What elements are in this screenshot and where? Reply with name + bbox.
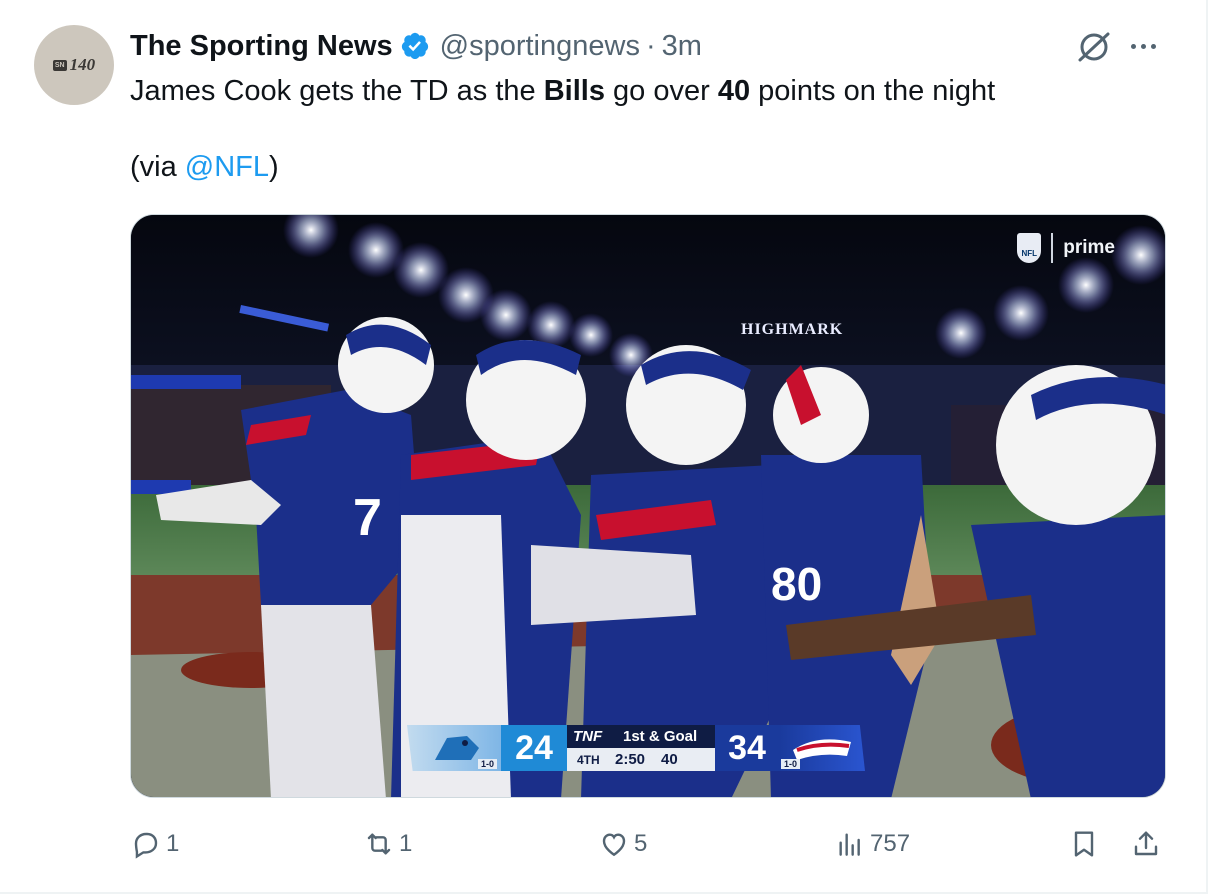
stadium-sign: HIGHMARK <box>741 321 844 338</box>
game-status: TNF 1st & Goal 4TH 2:50 40 <box>567 725 715 771</box>
like-count: 5 <box>634 830 648 857</box>
away-record: 1-0 <box>477 759 497 769</box>
jersey-number-right: 80 <box>771 558 822 610</box>
quarter: 4TH <box>577 752 600 767</box>
bookmark-button[interactable] <box>1068 822 1100 866</box>
reply-button[interactable]: 1 <box>130 822 179 866</box>
broadcast-label: TNF <box>573 728 603 745</box>
home-score: 34 <box>715 725 779 771</box>
tweet-line-2: (via @NFL) <box>130 151 279 183</box>
mention-nfl[interactable]: @NFL <box>185 151 269 183</box>
sporting-news-logo: SN 140 <box>52 55 96 75</box>
tweet-text: James Cook gets the TD as the Bills go o… <box>130 72 1160 186</box>
more-options-icon[interactable] <box>1131 36 1167 56</box>
tweet-header: The Sporting News @sportingnews · 3m <box>130 28 702 64</box>
reply-count: 1 <box>166 830 180 857</box>
away-score: 24 <box>501 725 567 771</box>
prime-logo: prime <box>1063 237 1115 258</box>
game-clock: 2:50 <box>615 751 646 768</box>
jersey-number-left: 7 <box>353 489 382 547</box>
prime-watermark: NFL prime <box>1017 233 1115 263</box>
avatar[interactable]: SN 140 <box>34 25 114 105</box>
verified-icon <box>401 32 428 60</box>
views-icon <box>839 833 860 856</box>
like-button[interactable]: 5 <box>598 822 647 866</box>
nfl-shield-icon: NFL <box>1017 233 1042 263</box>
bookmark-icon <box>1074 831 1094 857</box>
repost-count: 1 <box>399 830 413 857</box>
tweet-video[interactable]: 7 80 HIGHMARK NFL prime 1-0 24 TNF 1st &… <box>130 214 1166 798</box>
play-clock: 40 <box>661 751 678 768</box>
bills-logo-icon: 1-0 <box>779 725 865 771</box>
bold-bills: Bills <box>543 75 605 107</box>
down-distance: 1st & Goal <box>623 728 698 745</box>
share-button[interactable] <box>1130 822 1162 866</box>
home-record: 1-0 <box>781 759 801 769</box>
repost-icon <box>367 833 391 855</box>
share-icon <box>1134 831 1158 856</box>
repost-button[interactable]: 1 <box>363 822 412 866</box>
like-icon <box>602 833 626 857</box>
tweet-card[interactable]: SN 140 The Sporting News @sportingnews ·… <box>0 0 1208 894</box>
avatar-badge: SN <box>52 59 67 71</box>
avatar-number: 140 <box>69 55 96 74</box>
reply-icon <box>134 832 158 859</box>
tweet-actions: 1 1 5 757 <box>130 822 1170 866</box>
author-handle[interactable]: @sportingnews <box>440 30 640 63</box>
tweet-line-1: James Cook gets the TD as the Bills go o… <box>130 75 996 107</box>
timestamp[interactable]: 3m <box>662 30 702 63</box>
video-frame: 7 80 <box>131 215 1165 797</box>
author-name[interactable]: The Sporting News <box>130 30 393 63</box>
views-count: 757 <box>870 830 911 857</box>
bold-forty: 40 <box>717 75 751 107</box>
grok-icon[interactable] <box>1076 29 1112 65</box>
lions-logo-icon: 1-0 <box>407 725 501 771</box>
separator-dot: · <box>645 29 656 62</box>
views-button[interactable]: 757 <box>834 822 910 866</box>
scorebug: 1-0 24 TNF 1st & Goal 4TH 2:50 40 34 1-0 <box>407 725 889 771</box>
